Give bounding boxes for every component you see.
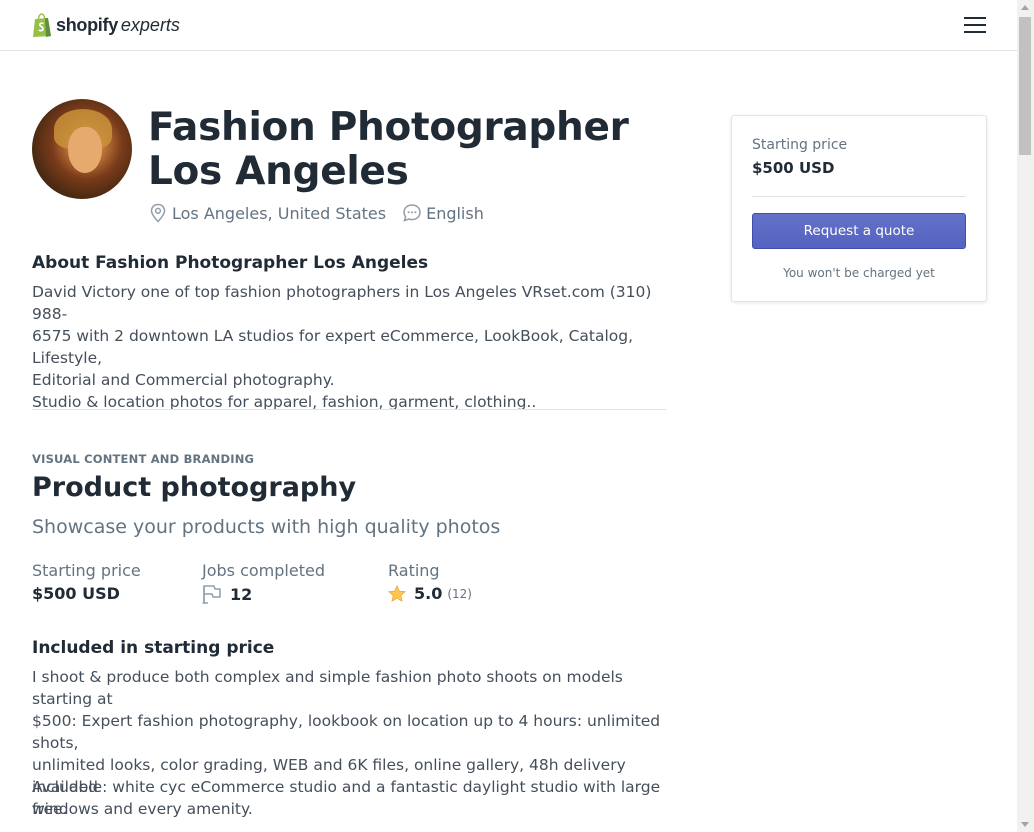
chat-bubble-icon <box>403 204 421 222</box>
included-line: I shoot & produce both complex and simpl… <box>32 668 623 708</box>
page-scrollbar[interactable] <box>1017 0 1034 832</box>
request-quote-button[interactable]: Request a quote <box>752 213 966 249</box>
top-navigation-bar: shopify experts <box>0 0 1017 51</box>
card-divider <box>752 196 966 197</box>
language-info: English <box>402 203 484 223</box>
card-starting-price-label: Starting price <box>752 137 848 153</box>
shopify-experts-logo[interactable]: shopify experts <box>32 13 180 38</box>
map-pin-icon <box>150 203 166 223</box>
logo-wordmark: shopify <box>56 15 118 35</box>
jobs-completed-stat: Jobs completed 12 <box>202 561 325 604</box>
included-line: windows and every amenity. <box>32 800 253 818</box>
about-line: 6575 with 2 downtown LA studios for expe… <box>32 327 634 367</box>
about-line: David Victory one of top fashion photogr… <box>32 283 652 323</box>
section-divider <box>32 409 666 410</box>
hamburger-icon-line <box>964 31 986 33</box>
rating-value: 5.0 <box>414 584 443 603</box>
expert-avatar <box>32 99 132 199</box>
star-icon <box>388 584 406 602</box>
starting-price-stat: Starting price $500 USD <box>32 561 141 603</box>
included-heading: Included in starting price <box>32 638 275 658</box>
starting-price-label: Starting price <box>32 561 141 580</box>
scroll-up-arrow-icon[interactable] <box>1021 5 1029 10</box>
expert-name-title: Fashion Photographer Los Angeles <box>148 105 629 194</box>
about-description: David Victory one of top fashion photogr… <box>32 281 672 413</box>
location-text: Los Angeles, United States <box>172 203 387 223</box>
hamburger-icon-line <box>964 24 986 26</box>
scrollbar-thumb[interactable] <box>1019 17 1031 155</box>
availability-description: Available: white cyc eCommerce studio an… <box>32 776 672 820</box>
about-heading: About Fashion Photographer Los Angeles <box>32 253 429 273</box>
hamburger-menu-button[interactable] <box>964 15 986 35</box>
profile-meta: Los Angeles, United States English <box>148 203 500 223</box>
about-line: Editorial and Commercial photography. <box>32 371 335 389</box>
rating-stat: Rating 5.0 (12) <box>388 561 472 603</box>
jobs-completed-value: 12 <box>230 584 253 604</box>
service-category: VISUAL CONTENT AND BRANDING <box>32 452 255 466</box>
service-subtitle: Showcase your products with high quality… <box>32 516 501 538</box>
service-title: Product photography <box>32 472 357 503</box>
quote-card: Starting price $500 USD Request a quote … <box>731 115 987 302</box>
hamburger-icon <box>964 17 986 19</box>
starting-price-value: $500 USD <box>32 584 120 603</box>
avatar-face <box>68 127 102 173</box>
rating-label: Rating <box>388 561 440 580</box>
included-line: Available: white cyc eCommerce studio an… <box>32 778 661 796</box>
rating-row: 5.0 (12) <box>388 584 472 603</box>
scroll-down-arrow-icon[interactable] <box>1021 822 1029 827</box>
flag-icon <box>202 585 221 604</box>
jobs-completed-label: Jobs completed <box>202 561 325 580</box>
language-text: English <box>426 203 484 223</box>
logo-experts-text: experts <box>120 15 180 35</box>
location-info: Los Angeles, United States <box>148 203 386 223</box>
jobs-completed-row: 12 <box>202 584 325 604</box>
shopify-bag-icon <box>33 13 51 37</box>
included-line: $500: Expert fashion photography, lookbo… <box>32 712 661 752</box>
card-starting-price-value: $500 USD <box>752 159 835 177</box>
rating-count[interactable]: (12) <box>447 587 472 601</box>
no-charge-note: You won't be charged yet <box>783 266 935 280</box>
